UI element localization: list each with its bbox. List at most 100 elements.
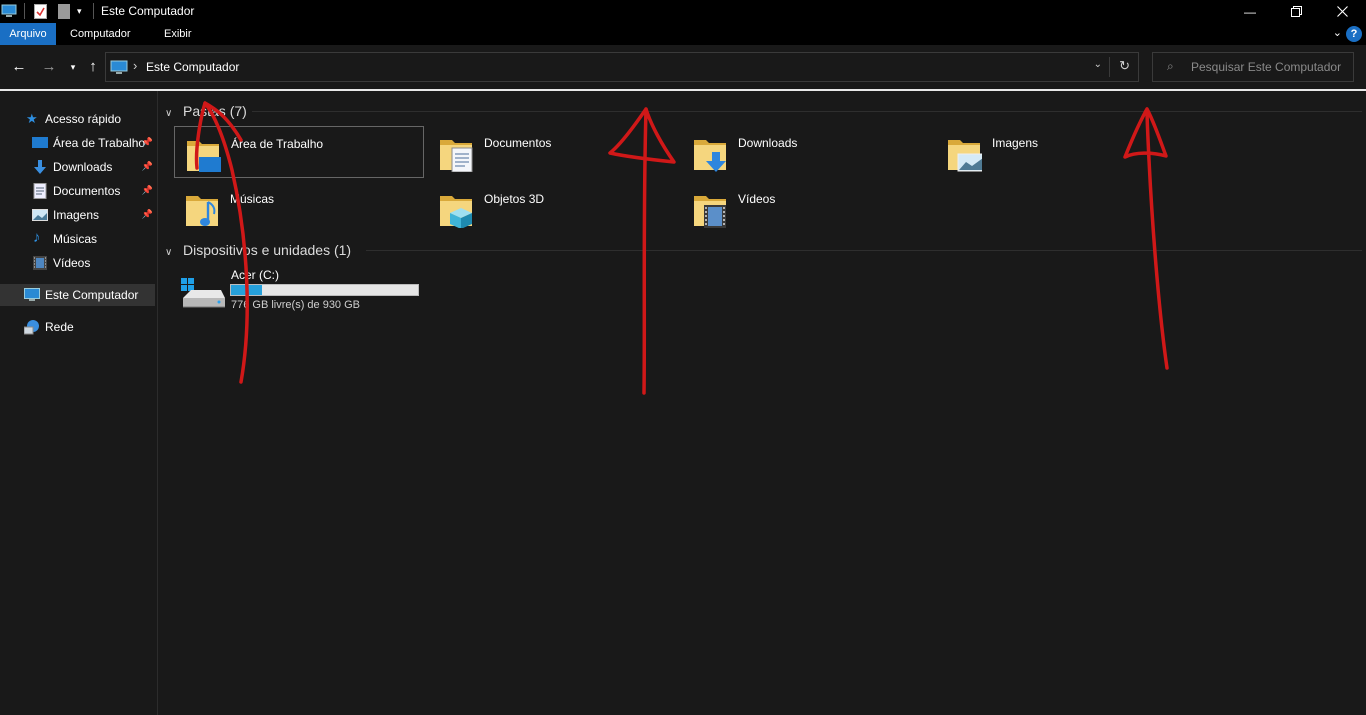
tab-computador[interactable]: Computador (62, 23, 139, 45)
folders-group-title: Pastas (7) (183, 103, 247, 119)
devices-group-header[interactable]: ∨ Dispositivos e unidades (1) (165, 242, 351, 258)
restore-icon (1290, 6, 1302, 17)
refresh-icon[interactable]: ↻ (1119, 58, 1130, 74)
expand-ribbon-icon[interactable]: ⌄ (1333, 26, 1342, 39)
search-icon: ⌕ (1167, 59, 1174, 73)
pin-icon: 📌 (141, 161, 153, 171)
collapse-chevron-icon: ∨ (165, 247, 173, 258)
sidebar-item-videos[interactable]: Vídeos (0, 252, 155, 274)
back-button[interactable]: ← (10, 58, 28, 76)
folder-tile-downloads[interactable]: Downloads (682, 126, 932, 178)
address-bar[interactable]: › Este Computador ⌄ ↻ (105, 52, 1139, 82)
sidebar-item-label: Documentos (53, 184, 121, 198)
folder-name: Imagens (992, 136, 1039, 150)
sidebar-item-documents[interactable]: Documentos 📌 (0, 180, 155, 202)
customize-toolbar-icon[interactable]: ▾ (77, 6, 82, 17)
tab-exibir[interactable]: Exibir (156, 23, 200, 45)
drive-usage-fill (231, 285, 263, 295)
title-bar: ▾ Este Computador — (0, 0, 1366, 23)
network-icon (24, 320, 39, 335)
address-divider (1109, 57, 1110, 77)
sidebar-item-images[interactable]: Imagens 📌 (0, 204, 155, 226)
group-divider (252, 111, 1362, 112)
sidebar-item-label: Área de Trabalho (53, 136, 146, 150)
video-icon (33, 256, 47, 270)
sidebar-item-label: Acesso rápido (45, 112, 122, 126)
sidebar-item-desktop[interactable]: Área de Trabalho 📌 (0, 132, 155, 154)
folder-tile-documents[interactable]: Documentos (428, 126, 678, 178)
folder-downloads-icon (694, 140, 726, 172)
folder-3d-objects-icon (440, 196, 472, 228)
close-button[interactable] (1319, 0, 1365, 23)
image-icon (32, 209, 48, 221)
folder-music-icon (186, 196, 218, 226)
sidebar-item-label: Imagens (53, 208, 100, 222)
search-box[interactable]: ⌕ (1152, 52, 1354, 82)
chevron-down-icon: ▾ (70, 62, 76, 72)
pin-icon: 📌 (141, 185, 153, 195)
navigation-pane: ★ Acesso rápido Área de Trabalho 📌 Downl… (0, 91, 158, 715)
sidebar-item-label: Vídeos (53, 256, 91, 270)
forward-arrow-icon: → (41, 58, 57, 75)
desktop-icon (32, 137, 48, 148)
folder-name: Objetos 3D (484, 192, 545, 206)
ribbon-tabs: Arquivo Computador Exibir ⌄ ? (0, 23, 1366, 45)
folder-name: Área de Trabalho (231, 137, 324, 151)
computer-icon (110, 60, 128, 74)
sidebar-item-label: Downloads (53, 160, 113, 174)
recent-locations-button[interactable]: ▾ (64, 58, 82, 76)
folder-name: Vídeos (738, 192, 776, 206)
sidebar-item-quick-access[interactable]: ★ Acesso rápido (0, 108, 155, 130)
properties-icon[interactable] (34, 4, 47, 19)
download-icon (34, 160, 46, 174)
computer-icon (1, 4, 17, 17)
sidebar-item-label: Este Computador (45, 288, 139, 302)
restore-button[interactable] (1273, 0, 1319, 23)
music-icon: ♪ (33, 229, 41, 246)
search-input[interactable] (1189, 58, 1349, 76)
group-divider (366, 250, 1362, 251)
help-icon[interactable]: ? (1346, 26, 1362, 42)
close-icon (1336, 6, 1348, 17)
sidebar-item-network[interactable]: Rede (0, 316, 155, 338)
devices-group-title: Dispositivos e unidades (1) (183, 242, 352, 258)
sidebar-item-label: Rede (45, 320, 74, 334)
up-button[interactable]: ↑ (84, 58, 102, 76)
new-folder-icon[interactable] (58, 4, 70, 19)
folder-tile-desktop[interactable]: Área de Trabalho (174, 126, 424, 178)
hard-drive-icon (181, 278, 225, 308)
breadcrumb-separator-icon: › (133, 58, 138, 73)
drive-name: Acer (C:) (231, 268, 279, 282)
folder-desktop-icon (187, 141, 221, 172)
minimize-button[interactable]: — (1227, 0, 1273, 23)
minimize-icon: — (1244, 4, 1256, 19)
computer-icon (24, 288, 40, 301)
back-arrow-icon: ← (11, 58, 27, 75)
address-dropdown-icon[interactable]: ⌄ (1094, 59, 1102, 70)
folder-tile-images[interactable]: Imagens (936, 126, 1186, 178)
sidebar-item-downloads[interactable]: Downloads 📌 (0, 156, 155, 178)
folder-tile-videos[interactable]: Vídeos (682, 182, 932, 234)
folder-name: Documentos (484, 136, 552, 150)
folder-name: Downloads (738, 136, 798, 150)
tab-arquivo[interactable]: Arquivo (0, 23, 56, 45)
collapse-chevron-icon: ∨ (165, 108, 173, 119)
pin-icon: 📌 (141, 137, 153, 147)
drive-usage-bar (230, 284, 419, 296)
forward-button[interactable]: → (40, 58, 58, 76)
star-icon: ★ (26, 111, 38, 126)
pin-icon: 📌 (141, 209, 153, 219)
sidebar-item-this-pc[interactable]: Este Computador (0, 284, 155, 306)
folder-images-icon (948, 140, 982, 172)
folder-tile-3d-objects[interactable]: Objetos 3D (428, 182, 678, 234)
document-icon (33, 183, 47, 199)
address-path[interactable]: Este Computador (146, 60, 239, 74)
folder-documents-icon (440, 140, 473, 172)
up-arrow-icon: ↑ (89, 58, 97, 75)
sidebar-item-music[interactable]: ♪ Músicas (0, 228, 155, 250)
drive-free-space: 776 GB livre(s) de 930 GB (231, 299, 361, 311)
folder-videos-icon (694, 196, 726, 228)
folder-name: Músicas (230, 192, 275, 206)
folder-tile-music[interactable]: Músicas (174, 182, 424, 234)
folders-group-header[interactable]: ∨ Pastas (7) (165, 103, 247, 119)
